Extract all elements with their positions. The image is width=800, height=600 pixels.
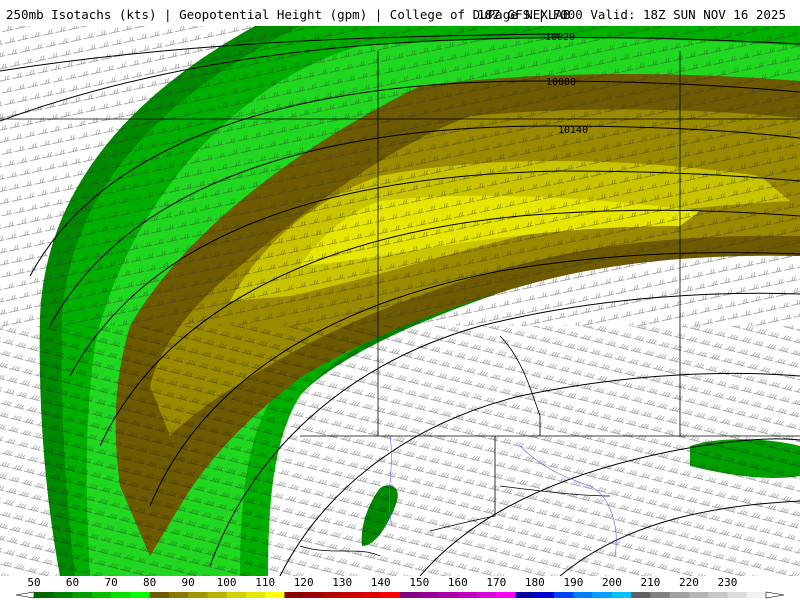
colorbar-swatch	[380, 592, 401, 598]
colorbar-swatch	[400, 592, 420, 598]
colorbar-swatch	[554, 592, 574, 598]
valid-time-label: 18Z GFS | F000 Valid: 18Z SUN NOV 16 202…	[477, 7, 786, 22]
colorbar-swatch	[226, 592, 247, 598]
colorbar-tick-label: 180	[525, 576, 545, 589]
colorbar-tick-label: 190	[563, 576, 583, 589]
map-header: 250mb Isotachs (kts) | Geopotential Heig…	[0, 0, 800, 26]
colorbar-swatch	[611, 592, 632, 598]
colorbar-tick-label: 220	[679, 576, 699, 589]
colorbar-tick-label: 140	[371, 576, 391, 589]
colorbar-tick-label: 150	[409, 576, 429, 589]
colorbar-swatch	[322, 592, 343, 598]
colorbar-tick-label: 60	[66, 576, 79, 589]
colorbar-swatch	[284, 592, 304, 598]
colorbar-swatch	[592, 592, 613, 598]
colorbar-swatch	[303, 592, 324, 598]
colorbar-tick-label: 200	[602, 576, 622, 589]
map-viewer: 250mb Isotachs (kts) | Geopotential Heig…	[0, 0, 800, 600]
colorbar-swatch	[669, 592, 690, 598]
colorbar-swatch	[688, 592, 709, 598]
colorbar-tick-label: 50	[27, 576, 40, 589]
colorbar-tick-label: 100	[217, 576, 237, 589]
colorbar-right-arrow	[765, 591, 785, 599]
colorbar-swatch	[111, 592, 131, 598]
colorbar-swatch	[245, 592, 266, 598]
contour-label-10080: 10080	[546, 77, 576, 88]
colorbar-swatch	[515, 592, 536, 598]
colorbar-swatch	[53, 592, 73, 598]
colorbar-swatch	[727, 592, 748, 598]
colorbar-swatch	[91, 592, 112, 598]
colorbar-swatch	[188, 592, 208, 598]
colorbar-tick-label: 120	[294, 576, 314, 589]
colorbar-swatch	[265, 592, 285, 598]
colorbar-swatch	[168, 592, 189, 598]
colorbar-swatch	[477, 592, 497, 598]
colorbar-tick-label: 210	[640, 576, 660, 589]
colorbar-swatch	[534, 592, 555, 598]
colorbar-swatches	[34, 592, 767, 598]
colorbar-swatch	[650, 592, 670, 598]
colorbar-swatch	[419, 592, 439, 598]
colorbar-left-arrow	[15, 591, 35, 599]
colorbar-swatch	[746, 592, 767, 598]
colorbar-swatch	[34, 592, 54, 598]
colorbar-swatch	[130, 592, 150, 598]
colorbar-tick-label: 90	[181, 576, 194, 589]
colorbar-legend: 50 60 70 80 90 100 110 120 130 140 150 160 170 180 190…	[15, 576, 785, 599]
colorbar-swatch	[631, 592, 651, 598]
colorbar-swatch	[361, 592, 382, 598]
colorbar-tick-label: 130	[332, 576, 352, 589]
colorbar-swatch	[438, 592, 459, 598]
colorbar-swatch	[496, 592, 516, 598]
contour-label-10140: 10140	[558, 125, 588, 136]
colorbar-swatch	[457, 592, 478, 598]
colorbar-tick-label: 110	[255, 576, 275, 589]
colorbar-swatch	[708, 592, 728, 598]
contour-label-10020: 10020	[545, 32, 575, 43]
colorbar-labels: 50 60 70 80 90 100 110 120 130 140 150 160 170 180 190…	[27, 576, 737, 589]
colorbar-tick-label: 170	[486, 576, 506, 589]
weather-map: 10020 10080 10140	[0, 26, 800, 576]
colorbar-swatch	[207, 592, 227, 598]
colorbar-swatch	[342, 592, 362, 598]
colorbar-swatch	[573, 592, 593, 598]
colorbar-swatch	[149, 592, 170, 598]
colorbar-swatch	[72, 592, 93, 598]
colorbar-tick-label: 230	[718, 576, 738, 589]
colorbar-tick-label: 70	[104, 576, 117, 589]
colorbar-tick-label: 80	[143, 576, 156, 589]
colorbar-tick-label: 160	[448, 576, 468, 589]
